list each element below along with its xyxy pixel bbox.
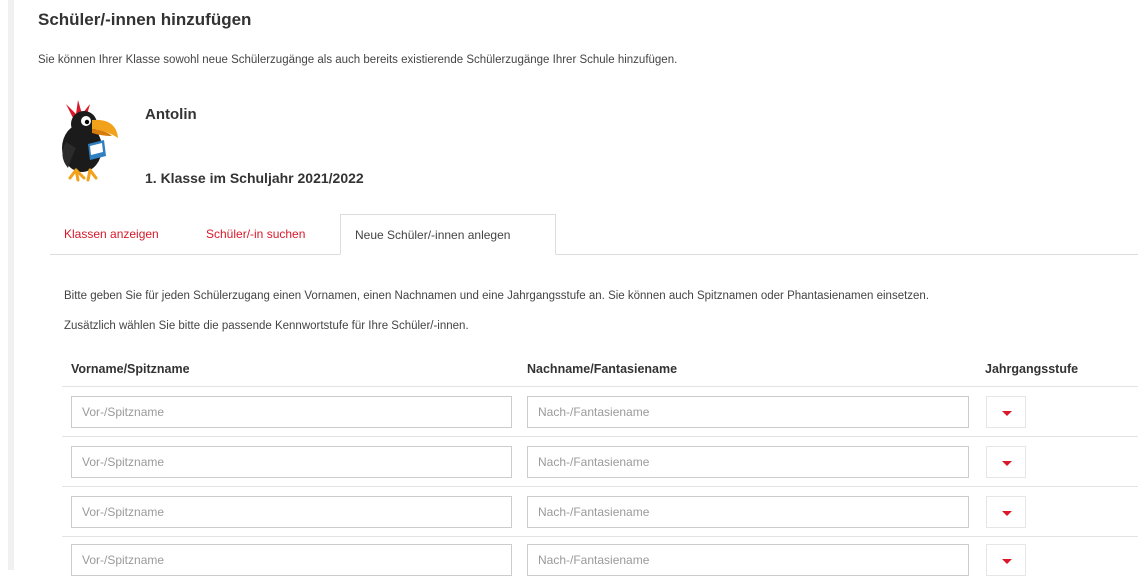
raven-mascot-icon: [62, 100, 118, 182]
table-row-divider: [62, 436, 1138, 437]
last-name-input[interactable]: [527, 396, 969, 428]
first-name-input[interactable]: [71, 396, 512, 428]
caret-down-icon: [1002, 411, 1012, 416]
column-header-vorname: Vorname/Spitzname: [71, 362, 190, 376]
page-intro: Sie können Ihrer Klasse sowohl neue Schü…: [38, 54, 678, 66]
tab-bar: Klassen anzeigen Schüler/-in suchen Neue…: [50, 214, 1138, 255]
column-header-jahrgangsstufe: Jahrgangsstufe: [985, 362, 1079, 376]
class-name: 1. Klasse im Schuljahr 2021/2022: [145, 170, 364, 186]
last-name-input[interactable]: [527, 446, 969, 478]
first-name-input[interactable]: [71, 544, 512, 576]
first-name-input[interactable]: [71, 496, 512, 528]
last-name-input[interactable]: [527, 544, 969, 576]
grade-select[interactable]: [986, 446, 1026, 478]
page-title: Schüler/-innen hinzufügen: [38, 10, 252, 29]
caret-down-icon: [1002, 511, 1012, 516]
column-header-nachname: Nachname/Fantasiename: [527, 362, 678, 376]
table-row-divider: [62, 536, 1138, 537]
grade-select[interactable]: [986, 396, 1026, 428]
last-name-input[interactable]: [527, 496, 969, 528]
grade-select[interactable]: [986, 496, 1026, 528]
app-name: Antolin: [145, 106, 197, 123]
tab-klassen-anzeigen[interactable]: Klassen anzeigen: [64, 214, 159, 254]
caret-down-icon: [1002, 559, 1012, 564]
grade-select[interactable]: [986, 544, 1026, 576]
table-row-divider: [62, 386, 1138, 387]
tab-schueler-suchen[interactable]: Schüler/-in suchen: [206, 214, 305, 254]
caret-down-icon: [1002, 461, 1012, 466]
tab-neue-schueler-anlegen[interactable]: Neue Schüler/-innen anlegen: [340, 214, 556, 255]
left-border: [8, 0, 14, 570]
first-name-input[interactable]: [71, 446, 512, 478]
instruction-text-2: Zusätzlich wählen Sie bitte die passende…: [64, 320, 469, 332]
table-row-divider: [62, 486, 1138, 487]
instruction-text: Bitte geben Sie für jeden Schülerzugang …: [64, 290, 930, 302]
